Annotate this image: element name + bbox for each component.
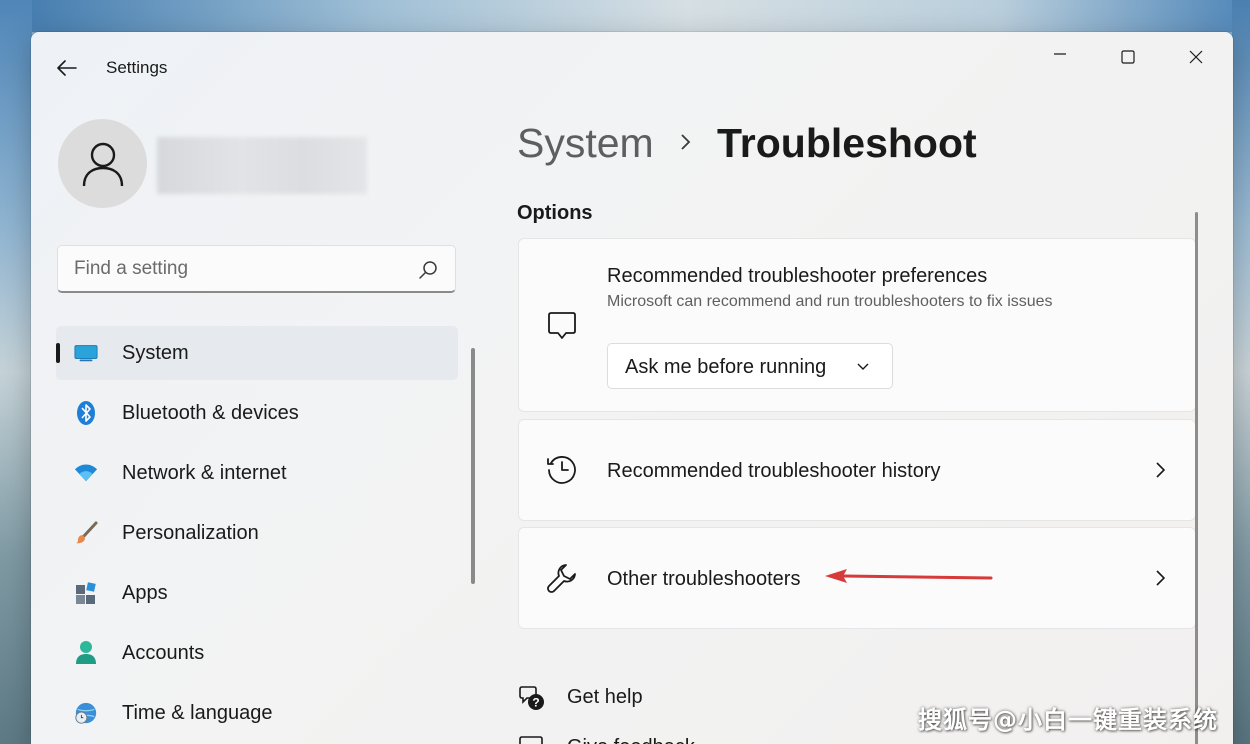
breadcrumb-chevron-icon bbox=[681, 134, 691, 150]
search-icon[interactable] bbox=[417, 259, 439, 281]
sidebar-nav: System Bluetooth & devices Network & int… bbox=[56, 326, 458, 744]
back-arrow-icon bbox=[57, 60, 77, 76]
settings-window: Settings Find a setting System Bluetooth… bbox=[31, 32, 1233, 744]
svg-text:?: ? bbox=[532, 696, 539, 710]
history-icon bbox=[545, 453, 579, 487]
sidebar-item-label: Apps bbox=[122, 582, 168, 604]
window-title: Settings bbox=[106, 58, 168, 77]
minimize-button[interactable] bbox=[1037, 42, 1083, 72]
sidebar-item-label: Accounts bbox=[122, 642, 205, 664]
sidebar-item-label: System bbox=[122, 342, 189, 364]
chevron-right-icon bbox=[1156, 462, 1166, 478]
user-icon bbox=[82, 142, 123, 186]
breadcrumb-parent[interactable]: System bbox=[517, 120, 654, 167]
user-avatar[interactable] bbox=[58, 119, 147, 208]
chevron-down-icon bbox=[857, 363, 869, 370]
close-icon bbox=[1189, 50, 1203, 64]
section-title: Options bbox=[517, 202, 593, 224]
maximize-icon bbox=[1121, 50, 1135, 64]
back-button[interactable] bbox=[53, 54, 81, 82]
sidebar-item-label: Time & language bbox=[122, 702, 273, 724]
sidebar-item-label: Personalization bbox=[122, 522, 259, 544]
dropdown-selected-value: Ask me before running bbox=[625, 356, 827, 378]
bluetooth-icon bbox=[74, 401, 98, 425]
sidebar-scrollbar[interactable] bbox=[471, 348, 475, 584]
card-description: Microsoft can recommend and run troubles… bbox=[607, 293, 1053, 310]
minimize-icon bbox=[1054, 53, 1066, 55]
main-scrollbar[interactable] bbox=[1195, 212, 1198, 744]
search-input[interactable] bbox=[74, 257, 404, 281]
card-title: Other troubleshooters bbox=[607, 568, 801, 590]
desktop-wallpaper-top bbox=[0, 0, 1250, 32]
help-chat-icon: ? bbox=[519, 686, 544, 710]
maximize-button[interactable] bbox=[1105, 42, 1151, 72]
wrench-icon bbox=[545, 561, 579, 595]
sidebar-item-personalization[interactable]: Personalization bbox=[56, 506, 458, 560]
chat-bubble-icon bbox=[545, 309, 579, 343]
wifi-icon bbox=[74, 461, 98, 485]
card-troubleshooter-preferences: Recommended troubleshooter preferences M… bbox=[518, 238, 1196, 412]
active-indicator bbox=[56, 343, 60, 363]
sidebar-item-system[interactable]: System bbox=[56, 326, 458, 380]
sidebar-item-bluetooth[interactable]: Bluetooth & devices bbox=[56, 386, 458, 440]
search-box[interactable] bbox=[57, 245, 456, 293]
chevron-right-icon bbox=[1156, 570, 1166, 586]
sidebar-item-apps[interactable]: Apps bbox=[56, 566, 458, 620]
globe-clock-icon bbox=[74, 701, 98, 725]
sidebar-item-accounts[interactable]: Accounts bbox=[56, 626, 458, 680]
get-help-label: Get help bbox=[567, 686, 643, 708]
troubleshooter-preference-dropdown[interactable]: Ask me before running bbox=[607, 343, 893, 389]
card-troubleshooter-history[interactable]: Recommended troubleshooter history bbox=[518, 419, 1196, 521]
display-icon bbox=[74, 341, 98, 365]
feedback-icon bbox=[519, 736, 543, 744]
sidebar-item-network[interactable]: Network & internet bbox=[56, 446, 458, 500]
close-button[interactable] bbox=[1173, 42, 1219, 72]
desktop-wallpaper-right bbox=[1232, 0, 1250, 744]
person-icon bbox=[74, 641, 98, 665]
annotation-arrow-icon bbox=[825, 569, 993, 583]
give-feedback-label: Give feedback bbox=[567, 736, 695, 744]
sidebar-item-label: Network & internet bbox=[122, 462, 287, 484]
source-watermark: 搜狐号@小白一键重装系统 bbox=[918, 706, 1218, 734]
blurred-user-name bbox=[157, 137, 367, 194]
card-title: Recommended troubleshooter history bbox=[607, 460, 941, 482]
sidebar-item-time-language[interactable]: Time & language bbox=[56, 686, 458, 740]
card-title: Recommended troubleshooter preferences bbox=[607, 265, 988, 287]
apps-icon bbox=[74, 581, 98, 605]
desktop-wallpaper-left bbox=[0, 0, 32, 744]
page-title: Troubleshoot bbox=[717, 120, 977, 166]
brush-icon bbox=[74, 521, 98, 545]
sidebar-item-label: Bluetooth & devices bbox=[122, 402, 299, 424]
